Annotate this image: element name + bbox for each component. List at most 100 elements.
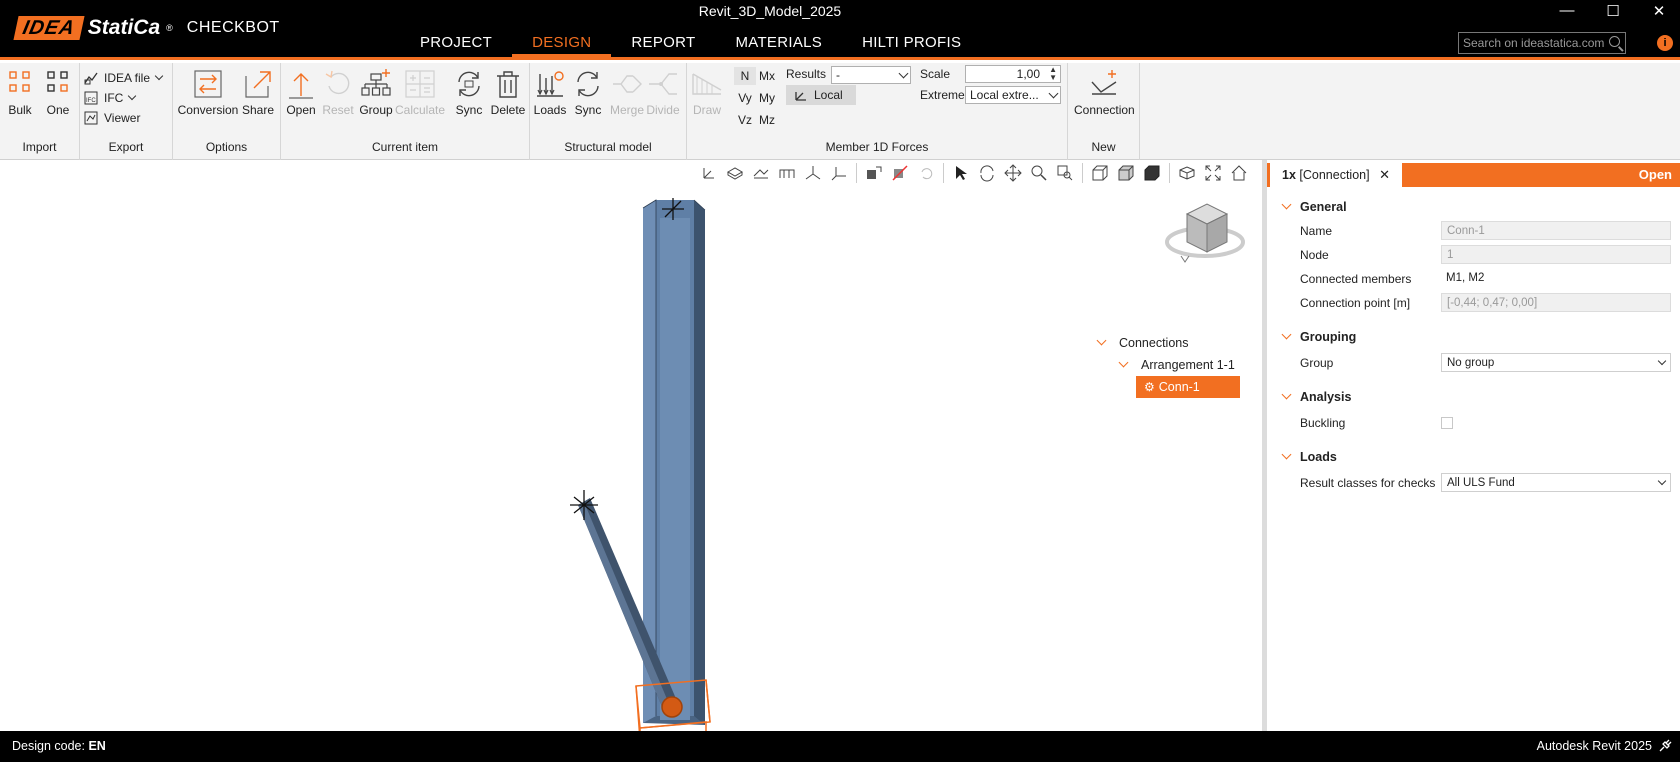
idea-file-label: IDEA file [104,71,151,85]
tree-node-label: Conn-1 [1158,380,1200,394]
idea-file-icon [84,72,98,85]
divide-icon [647,68,679,100]
logo-statica-text: StatiCa [87,16,161,39]
draw-button[interactable]: Draw [690,65,724,123]
merge-icon [611,68,643,100]
tab-project[interactable]: PROJECT [400,32,512,57]
search-input[interactable]: Search on ideastatica.com [1458,32,1626,54]
force-vy-button[interactable]: Vy [734,89,756,107]
export-idea-file-button[interactable]: IDEA file [84,69,164,87]
ribbon-group-import: Bulk One Import [0,63,80,160]
chevron-down-icon [1281,329,1292,340]
chevron-down-icon[interactable] [1118,357,1129,368]
tab-report[interactable]: REPORT [611,32,715,57]
chevron-down-icon [1657,356,1667,366]
section-analysis[interactable]: Analysis [1281,389,1351,404]
minimize-button[interactable]: — [1552,2,1582,19]
trash-icon [492,68,524,100]
app-logo: IDEA StatiCa ® CHECKBOT [13,16,280,40]
force-vz-button[interactable]: Vz [734,111,756,129]
connection-point-field: [-0,44; 0,47; 0,00] [1441,293,1671,312]
new-connection-button[interactable]: Connection [1074,65,1135,123]
chevron-down-icon [1281,199,1292,210]
close-window-button[interactable]: ✕ [1644,2,1674,20]
one-icon [42,68,74,100]
tree-node-label: Connections [1119,336,1189,350]
tab-count: 1x [1282,168,1296,182]
force-mx-button[interactable]: Mx [756,67,778,85]
section-title: Loads [1300,450,1337,464]
view-cube-icon[interactable] [1165,200,1245,275]
chevron-down-icon [898,68,909,79]
tab-label: [Connection] [1299,168,1370,182]
loads-icon [534,68,566,100]
calculate-button[interactable]: Calculate [395,65,445,123]
3d-model-canvas[interactable] [0,160,1262,731]
open-connection-button[interactable]: Open [1639,163,1672,187]
sync-icon [453,68,485,100]
export-ifc-button[interactable]: IFC IFC [84,89,137,107]
panel-tab-connection[interactable]: 1x [Connection] ✕ [1270,163,1402,187]
connection-icon [1088,68,1120,100]
connection-label: Connection [1074,103,1135,117]
buckling-checkbox[interactable] [1441,417,1453,429]
tree-node-label: Arrangement 1-1 [1141,358,1235,372]
tab-hilti-profis[interactable]: HILTI PROFIS [842,32,981,57]
force-n-button[interactable]: N [734,67,756,85]
ribbon-group-new: Connection New [1068,63,1140,160]
connection-point-label: Connection point [m] [1300,296,1411,310]
scale-value: 1,00 [1016,67,1040,81]
local-axes-icon [795,92,806,101]
host-application-label: Autodesk Revit 2025 [1536,739,1652,753]
bulk-icon [4,68,36,100]
section-loads[interactable]: Loads [1281,449,1337,464]
calculate-icon [404,68,436,100]
ifc-label: IFC [104,91,124,105]
3d-viewport[interactable]: Connections Arrangement 1-1 ⚙ Conn-1 [0,160,1262,731]
chevron-down-icon [1048,88,1059,99]
section-general[interactable]: General [1281,199,1347,214]
extreme-select-value: Local extre... [970,88,1039,102]
export-viewer-button[interactable]: Viewer [84,109,140,127]
info-icon[interactable]: i [1657,35,1673,51]
name-label: Name [1300,224,1333,238]
close-icon[interactable]: ✕ [1379,167,1390,182]
chevron-down-icon[interactable] [1096,335,1107,346]
open-arrow-icon [285,68,317,100]
ifc-icon: IFC [84,91,98,105]
selected-connection-item[interactable]: ⚙ Conn-1 [1136,376,1240,398]
section-title: General [1300,200,1347,214]
buckling-label: Buckling [1300,416,1346,430]
divide-button[interactable]: Divide [643,65,683,123]
group-select[interactable]: No group [1441,353,1671,372]
group-icon [360,68,392,100]
spinner-icon[interactable]: ▲ ▼ [1049,66,1057,82]
chevron-down-icon [1657,476,1667,486]
local-axes-button[interactable]: Local [786,85,856,105]
options-group-label: Options [205,140,248,154]
one-label: One [46,103,70,117]
member-forces-group-label: Member 1D Forces [825,140,929,154]
scale-input[interactable]: 1,00 ▲ ▼ [965,65,1061,83]
product-name: CHECKBOT [186,19,280,36]
plug-icon[interactable] [1658,739,1672,753]
extreme-select[interactable]: Local extre... [965,86,1061,104]
one-import-button[interactable]: One [38,65,78,123]
force-my-button[interactable]: My [756,89,778,107]
result-classes-select[interactable]: All ULS Fund [1441,473,1671,492]
conversion-button[interactable]: Conversion [178,65,238,123]
tab-design[interactable]: DESIGN [512,32,612,57]
import-group-label: Import [22,140,57,154]
draw-label: Draw [692,103,721,117]
section-grouping[interactable]: Grouping [1281,329,1356,344]
results-label: Results [786,67,827,81]
tab-materials[interactable]: MATERIALS [715,32,842,57]
results-select[interactable]: - [831,66,911,84]
maximize-button[interactable]: ☐ [1598,2,1628,20]
current-item-group-label: Current item [371,140,439,154]
draw-diagram-icon [691,68,723,100]
results-select-value: - [836,68,840,82]
ribbon-group-structural-model: Loads Sync Merge Divide Structural model [530,63,687,160]
force-mz-button[interactable]: Mz [756,111,778,129]
search-icon[interactable] [1609,36,1620,47]
